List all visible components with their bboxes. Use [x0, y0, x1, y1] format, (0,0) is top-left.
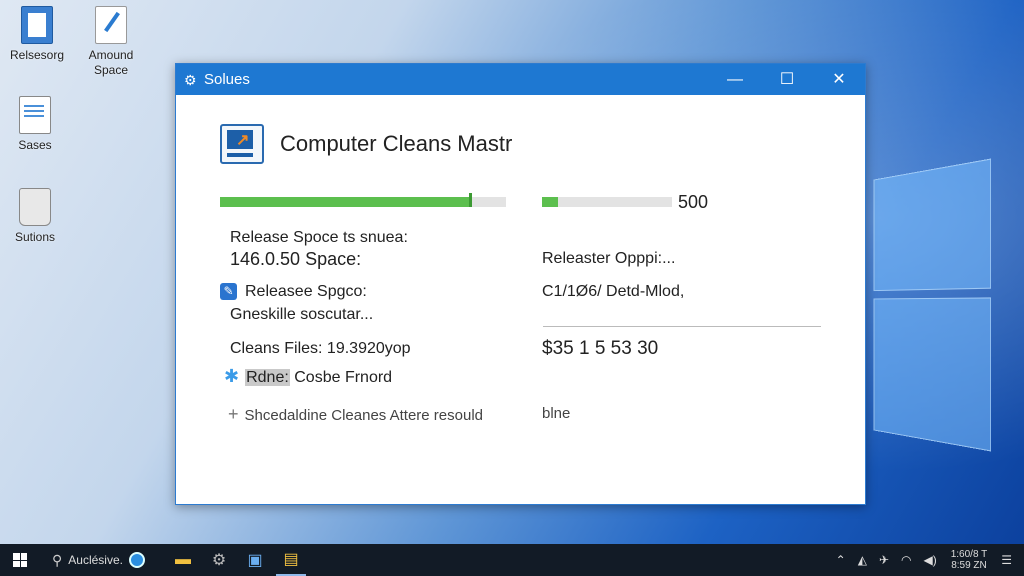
cleaner-logo-icon: ↗ [220, 124, 264, 164]
settings-icon[interactable]: ⚙ [204, 544, 234, 576]
windows-logo-icon [13, 553, 27, 567]
amount-value: $35 1 5 53 30 [542, 338, 659, 359]
clock-date: 8:59 ZN [951, 560, 987, 571]
gear-icon: ⚙ [184, 71, 197, 88]
gneskille-label: Gneskille soscutar... [230, 306, 374, 323]
network-icon[interactable]: ◭ [858, 553, 867, 567]
desktop-icon-sases[interactable]: Sases [0, 96, 70, 153]
maximize-button[interactable]: ☐ [761, 64, 813, 95]
cleanup-progress-bar [220, 193, 506, 207]
search-icon: ⚲ [52, 551, 63, 568]
app-name: Computer Cleans Mastr [280, 131, 513, 156]
space-value: 146.0.50 Space: [230, 249, 362, 269]
cortana-icon[interactable] [128, 552, 145, 568]
app-window: ⚙ Solues — ☐ ✕ ↗ Computer Cleans Mastr 5… [175, 63, 866, 505]
releasee-space-label: Releasee Spgco: [245, 283, 367, 300]
taskbar: ⚲ Auclésive. ▬ ⚙ ▣ ▤ ⌃ ◭ ✈ ◠ ◀) 1:60/8 T… [0, 544, 1024, 576]
rdne-rest-label: Cosbe Frnord [289, 369, 393, 386]
desktop-icon-label: Relsesorg [9, 48, 65, 62]
settings-gear-icon: ✱ [224, 366, 240, 386]
close-button[interactable]: ✕ [813, 64, 865, 95]
blne-label: blne [542, 405, 571, 422]
clock-time: 1:60/8 T [950, 549, 988, 560]
cleaner-app-taskbar-icon[interactable]: ▤ [276, 544, 306, 576]
desktop-icon-label: Amound Space [88, 48, 134, 77]
minimize-button[interactable]: — [709, 64, 761, 95]
release-space-label: Release Spoce ts snuea: [230, 229, 408, 246]
wallpaper-windows-logo [873, 158, 992, 452]
notepad-icon [95, 6, 127, 44]
plus-icon: + [228, 404, 239, 424]
notifications-icon[interactable]: ☰ [1001, 553, 1012, 567]
desktop-icon-sutions[interactable]: Sutions [0, 188, 70, 245]
volume-icon[interactable]: ◀) [923, 553, 936, 567]
rdne-highlight: Rdne: [245, 369, 290, 386]
schedule-cleaning-link[interactable]: + Shcedaldine Cleanes Attere resould [228, 404, 483, 425]
schedule-label: Shcedaldine Cleanes Attere resould [244, 407, 484, 424]
store-icon[interactable]: ▣ [240, 544, 270, 576]
releaster-label: Releaster Opppi:... [542, 250, 676, 267]
path-label: C1/1Ø6/ Detd-Mlod, [542, 283, 685, 300]
desktop-icon-label: Sases [18, 138, 52, 152]
search-label: Auclésive. [68, 553, 123, 567]
file-explorer-icon[interactable]: ▬ [168, 544, 198, 576]
recycle-bin-icon [19, 188, 51, 226]
clean-files-label: Cleans Files: 19.3920yop [230, 340, 411, 357]
taskbar-search[interactable]: ⚲ Auclésive. [40, 544, 162, 576]
window-title: Solues [204, 71, 250, 88]
desktop-icon-label: Sutions [14, 230, 56, 244]
secondary-progress-bar [542, 197, 672, 207]
start-button[interactable] [0, 544, 40, 576]
desktop-icon-relsesorg[interactable]: Relsesorg [2, 6, 72, 63]
desktop-icon-amound-space[interactable]: Amound Space [76, 6, 146, 78]
system-tray: ⌃ ◭ ✈ ◠ ◀) 1:60/8 T 8:59 ZN ☰ [830, 544, 1018, 576]
title-bar[interactable]: ⚙ Solues — ☐ ✕ [176, 64, 865, 95]
app-header: ↗ Computer Cleans Mastr [220, 124, 512, 164]
divider [543, 326, 821, 327]
chevron-up-icon[interactable]: ⌃ [836, 553, 846, 567]
document-icon [21, 6, 53, 44]
rdne-item[interactable]: ✱ Rdne: Cosbe Frnord [224, 366, 392, 387]
progress-value: 500 [678, 192, 709, 212]
releasee-space-item[interactable]: ✎ Releasee Spgco: [220, 283, 367, 301]
wifi-icon[interactable]: ◠ [901, 553, 911, 567]
edit-icon: ✎ [220, 283, 237, 301]
file-icon [19, 96, 51, 134]
clock[interactable]: 1:60/8 T 8:59 ZN [951, 549, 988, 571]
bluetooth-icon[interactable]: ✈ [879, 553, 889, 567]
